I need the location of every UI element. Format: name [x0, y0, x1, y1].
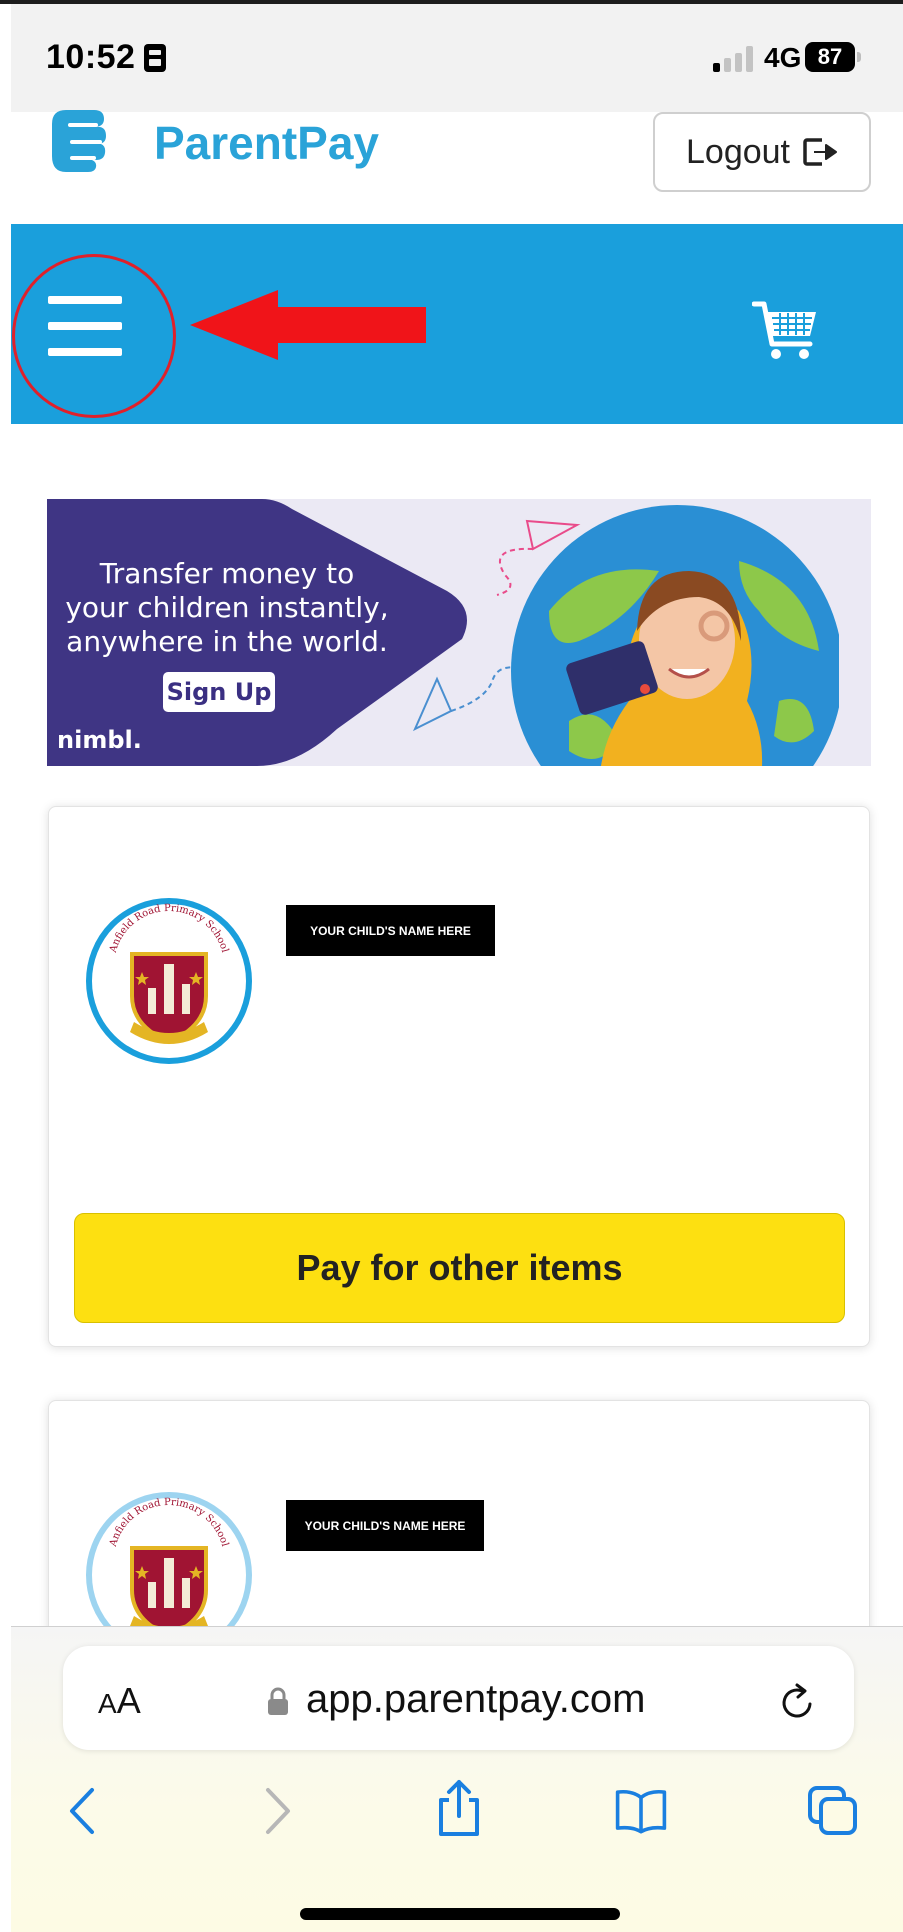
ad-photo [511, 505, 839, 766]
school-crest-logo: Anfield Road Primary School [86, 898, 252, 1064]
reload-icon[interactable] [780, 1682, 816, 1720]
share-icon[interactable] [432, 1778, 486, 1838]
chevron-left-icon[interactable] [58, 1784, 112, 1838]
logout-button[interactable]: Logout [653, 112, 871, 192]
child-name-placeholder: YOUR CHILD'S NAME HERE [286, 905, 495, 956]
ad-brand-logo: nimbl. [57, 726, 142, 754]
ad-text-line: Transfer money to [99, 557, 355, 590]
ad-signup-button[interactable]: Sign Up [163, 672, 275, 712]
signal-icon [713, 46, 757, 72]
ad-text-line: your children instantly, [65, 591, 389, 624]
ad-text-line: anywhere in the world. [66, 625, 388, 658]
child-name-placeholder: YOUR CHILD'S NAME HERE [286, 1500, 484, 1551]
parentpay-hand-logo-icon[interactable] [48, 106, 108, 172]
bookmarks-icon[interactable] [614, 1784, 668, 1838]
text-size-small-a: A [98, 1688, 117, 1719]
brand-name[interactable]: ParentPay [154, 116, 379, 170]
logout-icon [803, 138, 837, 166]
tabs-icon[interactable] [806, 1784, 860, 1838]
logout-label: Logout [686, 132, 790, 171]
network-type: 4G [764, 42, 802, 73]
ad-banner[interactable]: Transfer money to your children instantl… [47, 499, 871, 766]
chevron-right-icon[interactable] [248, 1784, 302, 1838]
battery-tip [857, 52, 861, 62]
annotation-arrow [190, 290, 426, 360]
focus-lock-icon [144, 44, 166, 72]
url-text[interactable]: app.parentpay.com [306, 1677, 645, 1722]
home-indicator [300, 1908, 620, 1920]
text-size-large-a: A [116, 1680, 141, 1721]
lock-icon [268, 1687, 288, 1715]
cart-icon[interactable] [752, 300, 818, 362]
battery-indicator: 87 [805, 42, 855, 72]
text-size-button[interactable]: AA [98, 1680, 141, 1722]
status-time: 10:52 [46, 38, 136, 76]
pay-for-other-items-button[interactable]: Pay for other items [74, 1213, 845, 1323]
annotation-circle [12, 254, 176, 418]
